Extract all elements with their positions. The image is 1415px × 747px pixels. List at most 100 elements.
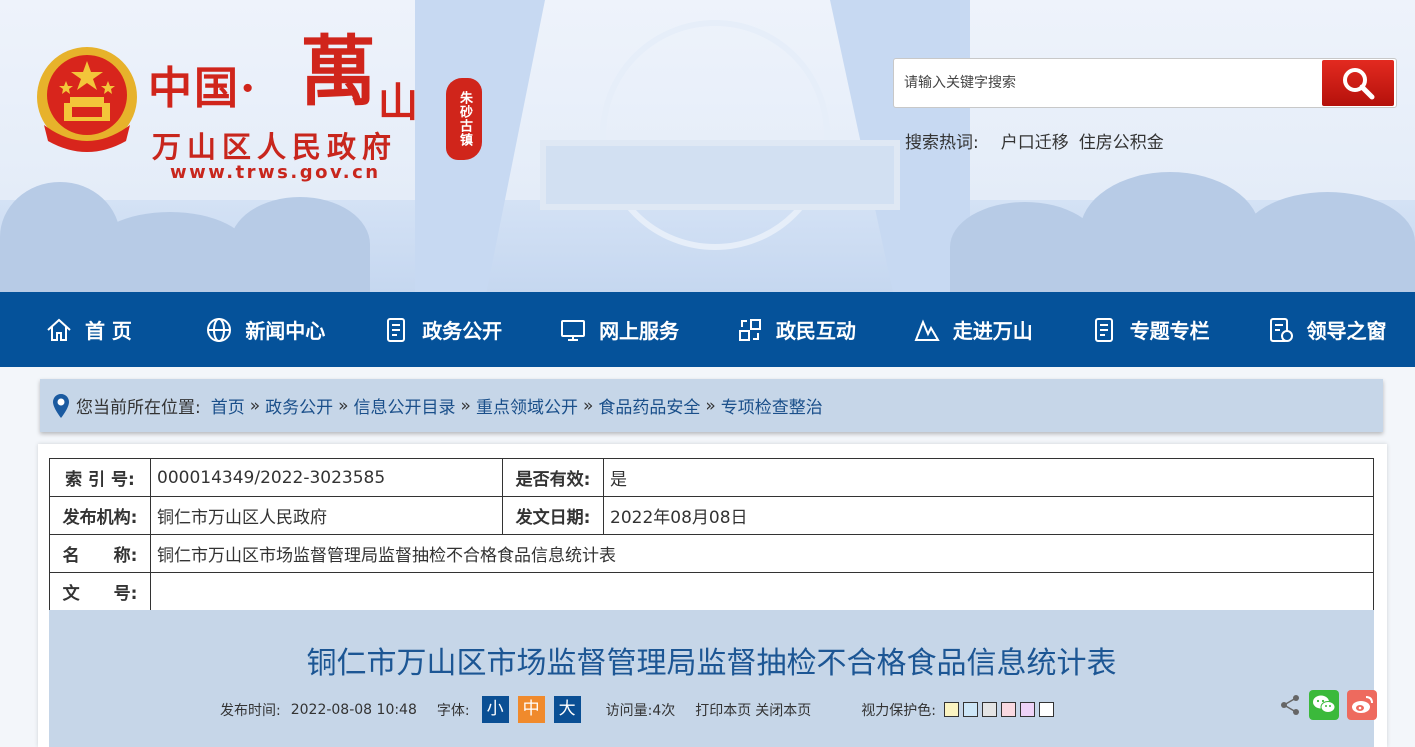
- leader-doc-icon: [1269, 317, 1293, 342]
- font-medium-button[interactable]: 中: [517, 696, 545, 723]
- doc-name-value: 铜仁市万山区市场监督管理局监督抽检不合格食品信息统计表: [150, 534, 1374, 573]
- issue-date-label: 发文日期:: [502, 496, 604, 535]
- nav-label: 政务公开: [422, 319, 503, 343]
- site-title-china: 中国·: [148, 63, 258, 114]
- site-url: www.trws.gov.cn: [170, 162, 381, 183]
- monitor-icon: [561, 319, 586, 341]
- main-nav: 首 页 新闻中心 政务公开 网上服务 政民互动 走进万山 专题专栏 领导之窗: [0, 292, 1415, 367]
- doc-number-label: 文 号:: [49, 572, 151, 611]
- banner-park-sign: [540, 140, 900, 210]
- nav-label: 政民互动: [775, 319, 856, 343]
- document-icon: [1094, 317, 1113, 342]
- breadcrumb-item-special-inspection[interactable]: 专项检查整治: [721, 393, 823, 418]
- search-input[interactable]: [904, 59, 1314, 107]
- print-page-link[interactable]: 打印本页: [695, 700, 751, 720]
- mountain-icon: [914, 318, 940, 341]
- nav-label: 专题专栏: [1129, 319, 1210, 343]
- content-panel: 索 引 号: 000014349/2022-3023585 是否有效: 是 发布…: [38, 444, 1387, 747]
- eye-care-color-purple[interactable]: [1019, 702, 1035, 717]
- breadcrumb-item-home[interactable]: 首页: [211, 393, 245, 418]
- article-meta-bar: 发布时间: 2022-08-08 10:48 字体: 小 中 大 访问量:4次 …: [220, 696, 1058, 723]
- doc-number-value: [150, 572, 1374, 611]
- article-header: 铜仁市万山区市场监督管理局监督抽检不合格食品信息统计表 发布时间: 2022-0…: [49, 610, 1377, 747]
- index-number-value: 000014349/2022-3023585: [150, 458, 503, 497]
- article-title: 铜仁市万山区市场监督管理局监督抽检不合格食品信息统计表: [306, 646, 1117, 681]
- exchange-icon: [738, 318, 761, 341]
- breadcrumb-separator: »: [582, 395, 594, 416]
- location-pin-icon: [53, 393, 69, 418]
- breadcrumb: 您当前所在位置: 首页 » 政务公开 » 信息公开目录 » 重点领域公开 » 食…: [40, 379, 1383, 432]
- eye-care-color-gray[interactable]: [981, 702, 997, 717]
- banner-tree: [1080, 172, 1260, 292]
- document-meta-table: 索 引 号: 000014349/2022-3023585 是否有效: 是 发布…: [49, 458, 1374, 611]
- search-button[interactable]: [1322, 60, 1394, 106]
- header-banner: 中国· 萬 山 朱砂古镇 万山区人民政府 www.trws.gov.cn 搜索热…: [0, 0, 1415, 292]
- breadcrumb-label: 您当前所在位置:: [76, 398, 201, 418]
- nav-item-online-service[interactable]: 网上服务: [531, 292, 708, 367]
- table-row: 索 引 号: 000014349/2022-3023585 是否有效: 是: [49, 458, 1374, 497]
- publisher-value: 铜仁市万山区人民政府: [150, 496, 503, 535]
- hot-search-words: 搜索热词: 户口迁移 住房公积金: [905, 128, 1164, 153]
- nav-item-leaders[interactable]: 领导之窗: [1238, 292, 1415, 367]
- eye-care-color-pink[interactable]: [1000, 702, 1016, 717]
- share-bar: [1279, 690, 1377, 720]
- eye-care-color-blue[interactable]: [962, 702, 978, 717]
- vision-color-label: 视力保护色:: [861, 702, 936, 719]
- nav-label: 首 页: [84, 319, 132, 343]
- breadcrumb-separator: »: [338, 395, 349, 416]
- publish-time-value: 2022-08-08 10:48: [290, 701, 417, 718]
- nav-item-about-wanshan[interactable]: 走进万山: [884, 292, 1061, 367]
- hot-word-hukou[interactable]: 户口迁移: [1001, 128, 1069, 153]
- banner-tree: [1240, 192, 1415, 292]
- nav-item-news[interactable]: 新闻中心: [177, 292, 354, 367]
- breadcrumb-separator: »: [460, 395, 471, 416]
- nav-item-gov-affairs[interactable]: 政务公开: [354, 292, 531, 367]
- breadcrumb-separator: »: [705, 395, 716, 416]
- banner-tree: [230, 197, 370, 292]
- table-row: 文 号:: [49, 572, 1374, 611]
- nav-label: 走进万山: [952, 319, 1033, 343]
- home-icon: [47, 318, 71, 341]
- table-row: 发布机构: 铜仁市万山区人民政府 发文日期: 2022年08月08日: [49, 496, 1374, 535]
- nav-label: 新闻中心: [245, 319, 326, 343]
- nav-label: 网上服务: [599, 319, 680, 343]
- breadcrumb-item-gov-affairs[interactable]: 政务公开: [265, 393, 333, 418]
- share-icon[interactable]: [1279, 694, 1301, 716]
- breadcrumb-item-info-catalog[interactable]: 信息公开目录: [354, 393, 456, 418]
- validity-label: 是否有效:: [502, 458, 604, 497]
- government-name: 万山区人民政府: [152, 130, 398, 164]
- nav-item-special-topics[interactable]: 专题专栏: [1061, 292, 1238, 367]
- hot-words-label: 搜索热词:: [905, 133, 979, 153]
- nav-item-home[interactable]: 首 页: [0, 292, 177, 367]
- banner-tree: [90, 212, 250, 292]
- font-large-button[interactable]: 大: [553, 696, 581, 723]
- weibo-share-button[interactable]: [1347, 690, 1377, 720]
- document-icon: [387, 317, 406, 342]
- banner-tree: [950, 202, 1100, 292]
- site-title-wan: 萬: [300, 27, 376, 116]
- eye-care-color-white[interactable]: [1038, 702, 1054, 717]
- national-emblem-icon: [37, 47, 137, 152]
- nav-item-interaction[interactable]: 政民互动: [708, 292, 885, 367]
- weibo-icon: [1352, 696, 1373, 713]
- breadcrumb-separator: »: [249, 395, 261, 416]
- issue-date-value: 2022年08月08日: [603, 496, 1374, 535]
- breadcrumb-item-food-drug[interactable]: 食品药品安全: [598, 393, 700, 418]
- breadcrumb-item-key-areas[interactable]: 重点领域公开: [476, 393, 578, 418]
- site-title-shan: 山: [378, 79, 418, 126]
- search-icon: [1343, 68, 1375, 100]
- wechat-share-button[interactable]: [1309, 690, 1339, 720]
- visit-count: 访问量:4次: [605, 702, 676, 719]
- globe-icon: [207, 317, 232, 342]
- font-small-button[interactable]: 小: [481, 696, 509, 723]
- table-row: 名 称: 铜仁市万山区市场监督管理局监督抽检不合格食品信息统计表: [49, 534, 1374, 573]
- hot-word-housing-fund[interactable]: 住房公积金: [1079, 128, 1164, 153]
- close-page-link[interactable]: 关闭本页: [755, 700, 811, 720]
- eye-care-color-yellow[interactable]: [943, 702, 959, 717]
- wechat-icon: [1313, 695, 1336, 713]
- doc-name-label: 名 称:: [49, 534, 151, 573]
- banner-wheel-arch: [600, 20, 830, 250]
- publish-time-label: 发布时间:: [220, 702, 281, 719]
- index-number-label: 索 引 号:: [49, 458, 151, 497]
- font-size-label: 字体:: [436, 702, 470, 719]
